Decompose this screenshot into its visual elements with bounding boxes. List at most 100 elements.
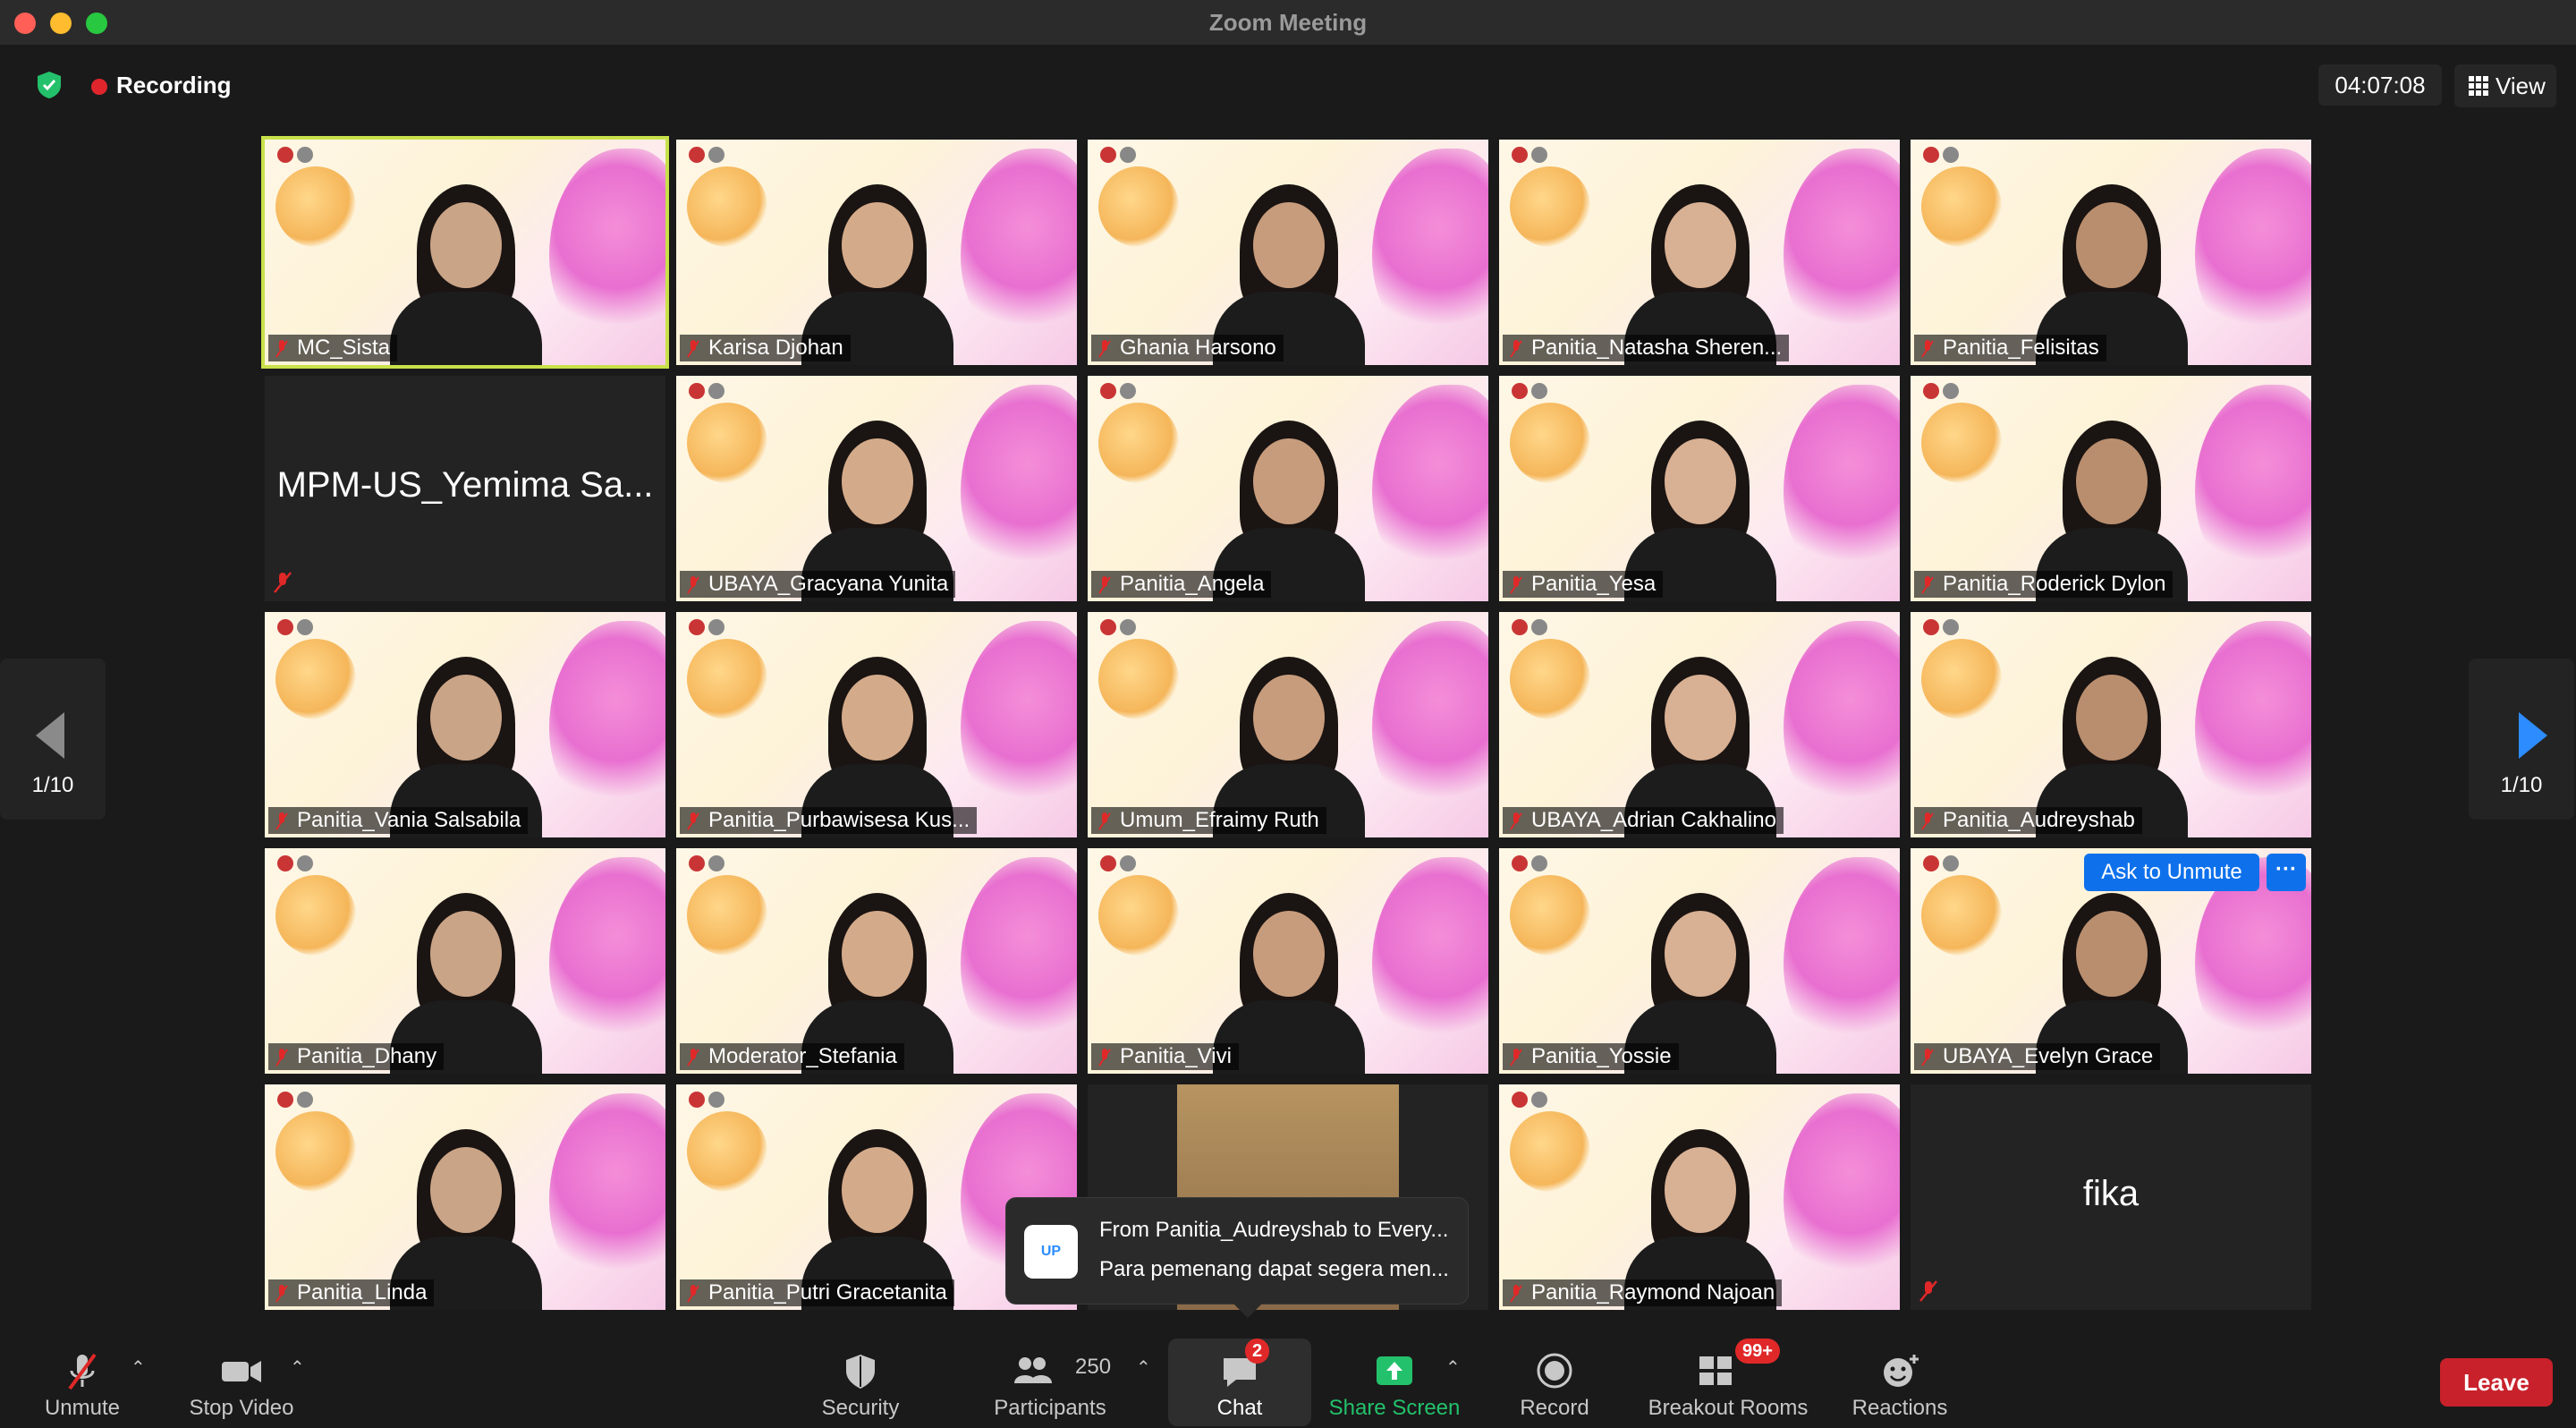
participant-tile[interactable]: Panitia_Purbawisesa Kus... [676,612,1077,837]
event-logo-icon [1512,383,1528,399]
chat-notification[interactable]: UP From Panitia_Audreyshab to Every... P… [1005,1197,1469,1318]
share-screen-icon [1377,1356,1412,1385]
muted-microphone-icon [1510,1048,1522,1067]
unmute-button[interactable]: Unmute [20,1335,145,1428]
event-logos [689,855,732,875]
next-page-button[interactable]: 1/10 [2469,659,2574,820]
share-screen-label: Share Screen [1328,1396,1461,1420]
breakout-rooms-button[interactable]: 99+ Breakout Rooms [1642,1335,1814,1428]
event-logos [1923,619,1966,639]
breakout-rooms-badge: 99+ [1735,1339,1780,1364]
participant-tile[interactable]: MC_Sista [261,136,669,369]
muted-microphone-icon [687,575,699,594]
event-logos [1512,619,1555,639]
muted-microphone-icon [1921,575,1934,594]
reaction-smiley-icon [1884,1355,1919,1387]
event-logos [1100,619,1143,639]
participant-name-large: fika [2082,1174,2140,1213]
reactions-button[interactable]: Reactions [1846,1335,1953,1428]
participant-name: Panitia_Yossie [1503,1043,1679,1070]
recording-label[interactable]: Recording [116,72,232,99]
participant-name-label: Panitia_Dhany [297,1044,437,1068]
leave-button[interactable]: Leave [2440,1358,2553,1407]
participant-tile[interactable]: Panitia_Raymond Najoan [1499,1084,1900,1310]
participant-tile[interactable]: Moderator_Stefania [676,848,1077,1074]
event-logo-icon [689,855,705,871]
participant-tile[interactable]: Ghania Harsono [1088,140,1488,365]
muted-microphone-icon [1098,1048,1111,1067]
participant-tile[interactable]: UBAYA_Adrian Cakhalino [1499,612,1900,837]
participant-name-label: Panitia_Felisitas [1943,336,2099,360]
participant-name-label: Moderator_Stefania [708,1044,897,1068]
previous-page-button[interactable]: 1/10 [0,659,106,820]
participant-name: Panitia_Natasha Sheren... [1503,335,1790,361]
event-logo-icon [1923,855,1939,871]
event-logo-icon [277,1092,293,1108]
record-icon [1537,1353,1572,1389]
muted-microphone-icon [1510,339,1522,358]
security-button[interactable]: Security [805,1335,916,1428]
muted-microphone-icon [687,812,699,830]
participant-name-label: Panitia_Yesa [1531,572,1657,596]
event-logos [689,619,732,639]
muted-microphone-icon [687,1048,699,1067]
view-button[interactable]: View [2454,64,2556,107]
participant-tile[interactable]: fika [1911,1084,2311,1310]
event-logo-icon [1531,855,1547,871]
participant-tile[interactable]: Panitia_Vania Salsabila [265,612,665,837]
participant-name: Panitia_Putri Gracetanita [680,1279,954,1306]
event-logo-icon [297,147,313,163]
participant-tile[interactable]: Panitia_Natasha Sheren... [1499,140,1900,365]
tile-more-button[interactable]: ··· [2267,854,2306,891]
event-logos [689,147,732,166]
reactions-label: Reactions [1852,1396,1948,1420]
participant-tile[interactable]: Panitia_Audreyshab [1911,612,2311,837]
participant-name: Panitia_Felisitas [1914,335,2106,361]
audio-options-caret-icon[interactable]: ⌃ [131,1356,148,1378]
participant-tile[interactable]: Karisa Djohan [676,140,1077,365]
event-logo-icon [277,855,293,871]
share-options-caret-icon[interactable]: ⌃ [1445,1356,1463,1378]
record-button[interactable]: Record [1506,1335,1603,1428]
participant-name-label: Panitia_Roderick Dylon [1943,572,2166,596]
ask-to-unmute-button[interactable]: Ask to Unmute [2084,854,2259,891]
participant-tile[interactable]: MPM-US_Yemima Sa... [265,376,665,601]
participant-name: Ghania Harsono [1091,335,1284,361]
event-logo-icon [1512,619,1528,635]
participant-tile[interactable]: Panitia_Roderick Dylon [1911,376,2311,601]
participant-name-label: UBAYA_Gracyana Yunita [708,572,949,596]
event-logo-icon [1512,855,1528,871]
chat-button[interactable]: 2 Chat [1172,1335,1308,1428]
event-logo-icon [1100,855,1116,871]
participants-button[interactable]: 250 Participants [975,1335,1125,1428]
participant-name: Panitia_Vania Salsabila [268,807,529,834]
participant-name: Panitia_Audreyshab [1914,807,2142,834]
security-shield-icon[interactable] [34,70,64,100]
participant-tile[interactable]: Panitia_Yossie [1499,848,1900,1074]
share-screen-button[interactable]: Share Screen [1318,1335,1470,1428]
video-options-caret-icon[interactable]: ⌃ [290,1356,308,1378]
muted-microphone-icon [275,1048,288,1067]
participant-tile[interactable]: UBAYA_Gracyana Yunita [676,376,1077,601]
participant-tile[interactable]: Panitia_Felisitas [1911,140,2311,365]
event-logo-icon [1120,855,1136,871]
participant-tile[interactable]: Panitia_Angela [1088,376,1488,601]
stop-video-button[interactable]: Stop Video [175,1335,308,1428]
participant-video [1213,884,1365,1074]
participant-tile[interactable]: Panitia_Dhany [265,848,665,1074]
participant-tile[interactable]: Umum_Efraimy Ruth [1088,612,1488,837]
muted-microphone-icon [68,1353,97,1390]
event-logos [277,1092,320,1111]
participant-tile[interactable]: Panitia_Vivi [1088,848,1488,1074]
participant-name-large: MPM-US_Yemima Sa... [276,465,654,505]
participant-tile[interactable]: Panitia_Linda [265,1084,665,1310]
participant-name-label: MC_Sista [297,336,391,360]
event-logo-icon [1120,383,1136,399]
chevron-left-icon [36,712,64,759]
event-logo-icon [297,1092,313,1108]
participant-tile[interactable]: Panitia_Yesa [1499,376,1900,601]
muted-microphone-icon [275,339,288,358]
event-logos [1512,1092,1555,1111]
participants-options-caret-icon[interactable]: ⌃ [1136,1356,1154,1378]
event-logos [1100,383,1143,403]
